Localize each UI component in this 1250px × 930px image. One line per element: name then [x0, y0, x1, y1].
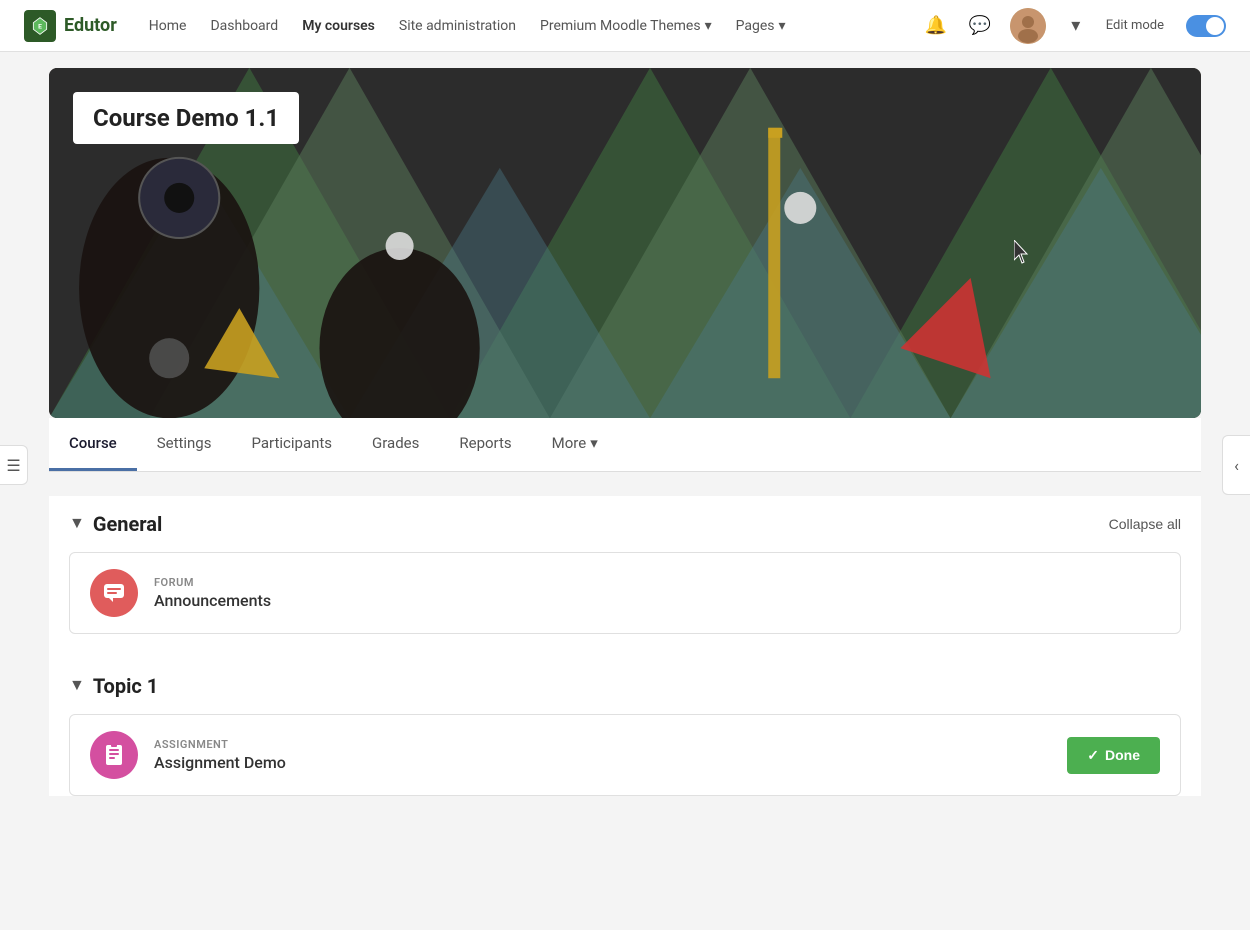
activity-announcements-type: FORUM	[154, 576, 1160, 589]
section-general-title-text: General	[93, 512, 162, 536]
tab-grades[interactable]: Grades	[352, 418, 439, 471]
nav-dashboard[interactable]: Dashboard	[210, 14, 278, 38]
main-content: Course Demo 1.1 Course Settings Particip…	[25, 52, 1225, 860]
activity-announcements: FORUM Announcements	[69, 552, 1181, 634]
nav-pages[interactable]: Pages ▾	[736, 14, 786, 38]
forum-icon	[90, 569, 138, 617]
collapse-all-button[interactable]: Collapse all	[1109, 516, 1181, 532]
sidebar-toggle-button[interactable]: ☰	[0, 445, 28, 485]
edit-mode-label: Edit mode	[1106, 18, 1164, 33]
activity-assignment-type: ASSIGNMENT	[154, 738, 1051, 751]
nav-premium-themes[interactable]: Premium Moodle Themes ▾	[540, 14, 712, 38]
user-avatar[interactable]	[1010, 8, 1046, 44]
course-title-text: Course Demo 1.1	[93, 104, 279, 132]
edit-mode-toggle[interactable]	[1186, 15, 1226, 37]
right-panel-collapse-button[interactable]: ‹	[1222, 435, 1250, 495]
tab-course[interactable]: Course	[49, 418, 137, 471]
activity-assignment-meta: ASSIGNMENT Assignment Demo	[154, 738, 1051, 772]
done-button[interactable]: ✓ Done	[1067, 737, 1160, 774]
section-general-title: ▼ General	[69, 512, 162, 536]
course-banner: Course Demo 1.1	[49, 68, 1201, 418]
chevron-down-icon: ▾	[705, 18, 712, 34]
brand-logo-icon: E	[24, 10, 56, 42]
chevron-down-icon: ▾	[778, 18, 785, 34]
nav-actions: 🔔 💬 ▾ Edit mode	[922, 8, 1226, 44]
tabs-container: Course Settings Participants Grades Repo…	[49, 418, 1201, 472]
section-topic1-title-text: Topic 1	[93, 674, 158, 698]
course-title-badge: Course Demo 1.1	[73, 92, 299, 144]
tab-settings[interactable]: Settings	[137, 418, 232, 471]
svg-text:E: E	[38, 22, 42, 30]
tab-participants[interactable]: Participants	[231, 418, 352, 471]
tab-reports[interactable]: Reports	[439, 418, 531, 471]
tabs: Course Settings Participants Grades Repo…	[49, 418, 1201, 471]
chevron-down-icon: ▾	[590, 434, 598, 452]
nav-site-admin[interactable]: Site administration	[399, 14, 516, 38]
activity-assignment-name[interactable]: Assignment Demo	[154, 753, 1051, 772]
section-general-header: ▼ General Collapse all	[49, 496, 1201, 544]
notification-icon[interactable]: 🔔	[922, 12, 950, 40]
brand-name: Edutor	[64, 15, 117, 36]
brand-logo-link[interactable]: E Edutor	[24, 10, 117, 42]
chevron-left-icon: ‹	[1234, 456, 1239, 475]
section-topic1-collapse-button[interactable]: ▼	[69, 677, 85, 695]
nav-links: Home Dashboard My courses Site administr…	[149, 14, 922, 38]
section-topic1: ▼ Topic 1 ASSIGNMENT Assi	[49, 658, 1201, 796]
nav-home[interactable]: Home	[149, 14, 187, 38]
activity-assignment-demo: ASSIGNMENT Assignment Demo ✓ Done	[69, 714, 1181, 796]
messages-icon[interactable]: 💬	[966, 12, 994, 40]
section-general: ▼ General Collapse all FORUM A	[49, 496, 1201, 634]
tab-more[interactable]: More ▾	[532, 418, 618, 471]
activity-announcements-name[interactable]: Announcements	[154, 591, 1160, 610]
navbar: E Edutor Home Dashboard My courses Site …	[0, 0, 1250, 52]
done-label: Done	[1105, 747, 1140, 763]
toggle-knob	[1206, 17, 1224, 35]
section-general-collapse-button[interactable]: ▼	[69, 515, 85, 533]
course-content: ▼ General Collapse all FORUM A	[49, 496, 1201, 796]
section-topic1-header: ▼ Topic 1	[49, 658, 1201, 706]
activity-announcements-meta: FORUM Announcements	[154, 576, 1160, 610]
section-topic1-title: ▼ Topic 1	[69, 674, 158, 698]
checkmark-icon: ✓	[1087, 747, 1099, 764]
assignment-icon	[90, 731, 138, 779]
list-icon: ☰	[6, 456, 20, 475]
nav-my-courses[interactable]: My courses	[302, 14, 375, 38]
user-menu-chevron-icon[interactable]: ▾	[1062, 12, 1090, 40]
